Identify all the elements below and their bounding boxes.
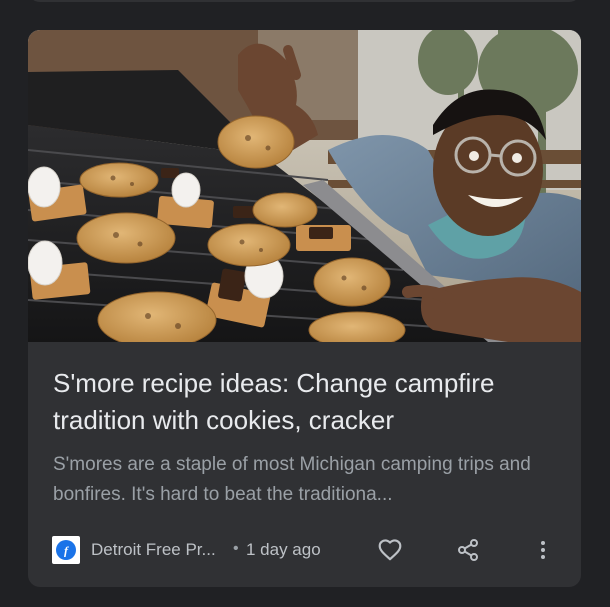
article-footer: f Detroit Free Pr... • 1 day ago — [28, 530, 581, 570]
publish-time: 1 day ago — [246, 540, 321, 559]
heart-outline-icon — [378, 539, 402, 561]
like-button[interactable] — [374, 534, 406, 566]
share-button[interactable] — [452, 534, 484, 566]
detroit-free-press-logo-icon: f — [52, 536, 80, 564]
share-icon — [458, 539, 478, 561]
news-card[interactable]: S'more recipe ideas: Change campfire tra… — [28, 30, 581, 587]
article-title[interactable]: S'more recipe ideas: Change campfire tra… — [53, 365, 563, 439]
publisher-name[interactable]: Detroit Free Pr... — [91, 540, 216, 560]
more-vert-icon — [541, 541, 545, 559]
article-snippet[interactable]: S'mores are a staple of most Michigan ca… — [53, 450, 563, 510]
article-image[interactable] — [28, 30, 581, 342]
more-options-button[interactable] — [527, 534, 559, 566]
previous-card-edge — [28, 0, 581, 2]
meta-separator: • — [233, 540, 239, 557]
